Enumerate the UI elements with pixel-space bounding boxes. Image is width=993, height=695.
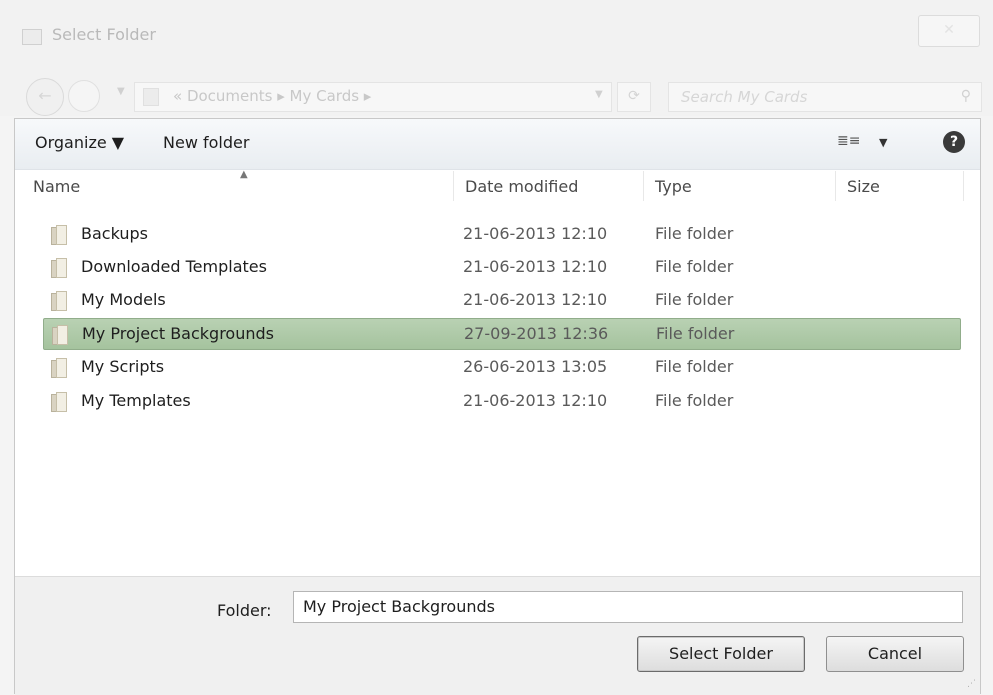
folder-icon <box>51 258 67 278</box>
folder-icon <box>51 392 67 412</box>
file-type: File folder <box>656 324 735 343</box>
file-date: 21-06-2013 12:10 <box>463 290 608 309</box>
file-type: File folder <box>655 391 734 410</box>
resize-grip-icon[interactable]: ⋰ <box>967 679 976 689</box>
column-divider[interactable] <box>963 171 964 201</box>
back-button[interactable]: ← <box>26 78 64 116</box>
folder-icon <box>51 358 67 378</box>
dialog-footer: Folder: My Project Backgrounds Select Fo… <box>15 576 980 695</box>
column-header-type[interactable]: Type <box>655 177 692 196</box>
column-divider[interactable] <box>643 171 644 201</box>
app-icon <box>22 29 42 45</box>
help-icon[interactable]: ? <box>943 131 965 153</box>
list-item[interactable]: My Scripts 26-06-2013 13:05 File folder <box>43 352 959 382</box>
address-bar[interactable]: « Documents ▸ My Cards ▸ ▼ <box>134 82 612 112</box>
list-item[interactable]: Downloaded Templates 21-06-2013 12:10 Fi… <box>43 252 959 282</box>
file-type: File folder <box>655 357 734 376</box>
list-item[interactable]: Backups 21-06-2013 12:10 File folder <box>43 219 959 249</box>
file-type: File folder <box>655 257 734 276</box>
file-date: 21-06-2013 12:10 <box>463 224 608 243</box>
file-type: File folder <box>655 290 734 309</box>
breadcrumb[interactable]: « Documents ▸ My Cards ▸ <box>173 87 371 105</box>
file-name: Downloaded Templates <box>81 257 267 276</box>
file-date: 21-06-2013 12:10 <box>463 257 608 276</box>
file-date: 26-06-2013 13:05 <box>463 357 608 376</box>
search-icon: ⚲ <box>960 88 971 104</box>
file-date: 27-09-2013 12:36 <box>464 324 609 343</box>
folder-label: Folder: <box>217 601 272 620</box>
title-bar: Select Folder ✕ <box>0 0 993 66</box>
sort-ascending-icon: ▲ <box>240 169 248 180</box>
search-input[interactable]: Search My Cards ⚲ <box>668 82 982 112</box>
list-item-selected[interactable]: My Project Backgrounds 27-09-2013 12:36 … <box>43 318 961 350</box>
file-browser: Organize ▼ New folder ≣≡ ▼ ? ▲ Name Date… <box>14 118 981 695</box>
list-item[interactable]: My Templates 21-06-2013 12:10 File folde… <box>43 386 959 416</box>
select-folder-button[interactable]: Select Folder <box>637 636 805 672</box>
folder-icon <box>51 225 67 245</box>
toolbar: Organize ▼ New folder ≣≡ ▼ ? <box>15 119 980 170</box>
column-header-size[interactable]: Size <box>847 177 880 196</box>
folder-icon <box>51 291 67 311</box>
forward-button[interactable] <box>68 80 100 112</box>
search-placeholder: Search My Cards <box>681 88 808 106</box>
folder-icon <box>52 325 68 345</box>
cancel-button[interactable]: Cancel <box>826 636 964 672</box>
file-type: File folder <box>655 224 734 243</box>
folder-name-input[interactable]: My Project Backgrounds <box>293 591 963 623</box>
address-dropdown-icon[interactable]: ▼ <box>595 89 603 100</box>
column-divider[interactable] <box>453 171 454 201</box>
file-name: My Project Backgrounds <box>82 324 274 343</box>
organize-button[interactable]: Organize ▼ <box>35 133 124 152</box>
file-name: My Models <box>81 290 166 309</box>
window-title: Select Folder <box>52 25 156 44</box>
history-dropdown-icon[interactable]: ▼ <box>117 86 125 97</box>
refresh-button[interactable]: ⟳ <box>617 82 651 112</box>
close-button[interactable]: ✕ <box>918 15 980 47</box>
file-name: My Scripts <box>81 357 165 376</box>
column-header-name[interactable]: Name <box>33 177 80 196</box>
folder-icon <box>143 88 159 106</box>
column-header-date-modified[interactable]: Date modified <box>465 177 578 196</box>
file-date: 21-06-2013 12:10 <box>463 391 608 410</box>
file-name: Backups <box>81 224 148 243</box>
file-name: My Templates <box>81 391 191 410</box>
view-dropdown-icon[interactable]: ▼ <box>879 136 887 149</box>
column-divider[interactable] <box>835 171 836 201</box>
view-options-icon[interactable]: ≣≡ <box>837 133 860 149</box>
new-folder-button[interactable]: New folder <box>163 133 249 152</box>
list-item[interactable]: My Models 21-06-2013 12:10 File folder <box>43 285 959 315</box>
